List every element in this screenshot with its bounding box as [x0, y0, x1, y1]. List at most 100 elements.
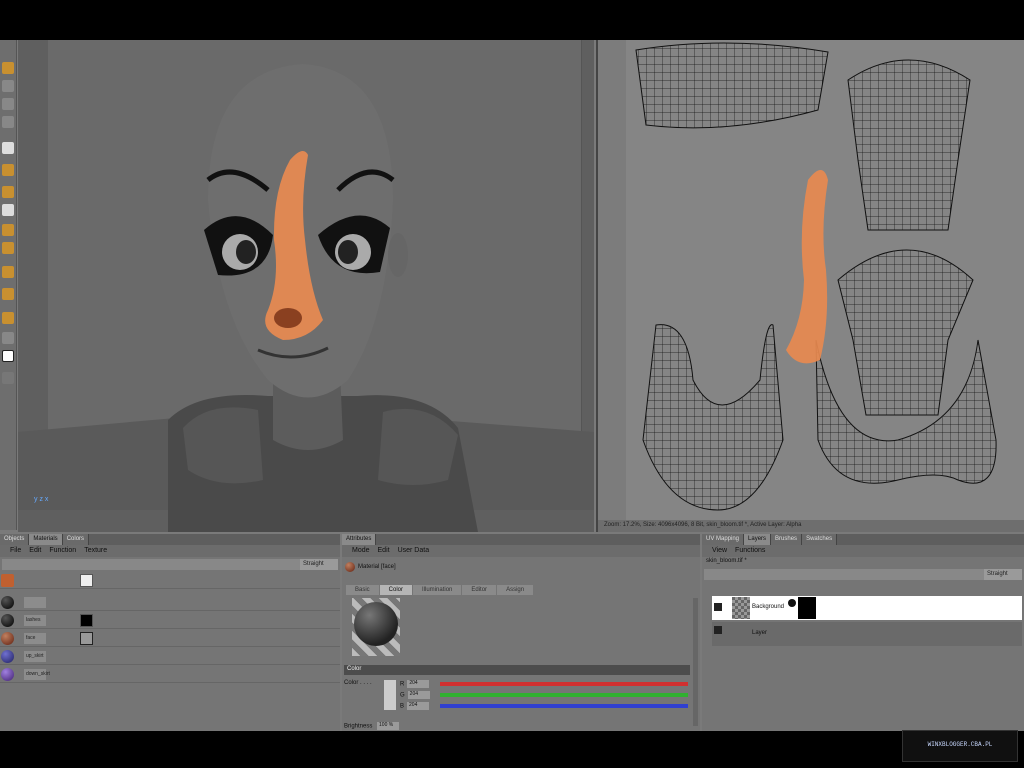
material-icon [1, 574, 14, 587]
material-sphere-icon [1, 650, 14, 663]
3d-viewport[interactable]: y z x [18, 40, 594, 532]
layers-tabs: UV Mapping Layers Brushes Swatches [702, 534, 1024, 545]
material-sphere-icon [1, 614, 14, 627]
color-section-header[interactable]: Color [344, 665, 690, 675]
character-render [18, 64, 594, 532]
axis-gizmo: y z x [34, 496, 49, 503]
material-name[interactable] [24, 597, 46, 608]
material-menubar: File Edit Function Texture [0, 545, 340, 557]
move-tool-icon[interactable] [2, 62, 14, 74]
channel-g-value[interactable]: 204 [407, 691, 430, 699]
menu-edit[interactable]: Edit [29, 547, 41, 555]
subtab-assign[interactable]: Assign [497, 585, 534, 595]
material-row[interactable]: down_skirt [0, 666, 340, 683]
channel-g-label: G [400, 692, 405, 699]
color-swap-icon[interactable] [2, 350, 14, 362]
menu-user-data[interactable]: User Data [398, 547, 430, 555]
material-name[interactable]: lashes [24, 615, 46, 626]
tab-layers[interactable]: Layers [744, 534, 772, 545]
channel-b-value[interactable]: 204 [407, 702, 430, 710]
scale-tool-icon[interactable] [2, 98, 14, 110]
brightness-value[interactable]: 100 % [377, 722, 400, 730]
menu-file[interactable]: File [10, 547, 21, 555]
material-name[interactable]: down_skirt [24, 669, 50, 680]
smudge-tool-icon[interactable] [2, 186, 14, 198]
magnify-icon[interactable] [2, 332, 14, 344]
letterbox-top [0, 0, 1024, 40]
material-name[interactable]: face [24, 633, 46, 644]
attribute-subtabs: Basic Color Illumination Editor Assign [346, 585, 534, 595]
uv-texture-view[interactable]: Zoom: 17.2%, Size: 4096x4096, 8 Bit, ski… [596, 40, 1024, 532]
channel-g-slider[interactable] [440, 693, 688, 697]
texture-file-name: skin_bloom.tif * [706, 558, 747, 564]
menu-functions[interactable]: Functions [735, 547, 765, 555]
menu-function[interactable]: Function [49, 547, 76, 555]
eraser-icon[interactable] [2, 164, 14, 176]
layer-row-background[interactable]: Background [712, 596, 1022, 620]
subtab-editor[interactable]: Editor [462, 585, 497, 595]
menu-texture[interactable]: Texture [84, 547, 107, 555]
material-row[interactable]: face [0, 630, 340, 647]
menu-mode[interactable]: Mode [352, 547, 370, 555]
layer-blend-dropdown[interactable]: Straight [984, 569, 1022, 580]
paint-brush-icon[interactable] [2, 142, 14, 154]
preview-sphere [354, 602, 398, 646]
tab-brushes[interactable]: Brushes [771, 534, 803, 545]
tab-swatches[interactable]: Swatches [802, 534, 838, 545]
settings-icon[interactable] [2, 372, 14, 384]
material-filter-bar[interactable]: Straight [2, 559, 338, 570]
brightness-row: Brightness 100 % [344, 722, 400, 730]
channel-r-slider[interactable] [440, 682, 688, 686]
tab-attributes[interactable]: Attributes [342, 534, 377, 545]
tab-uv-mapping[interactable]: UV Mapping [702, 534, 745, 545]
eyedropper-icon[interactable] [2, 312, 14, 324]
uv-status-bar: Zoom: 17.2%, Size: 4096x4096, 8 Bit, ski… [598, 520, 1024, 532]
attributes-tabs: Attributes [342, 534, 700, 545]
material-row-top[interactable] [0, 572, 340, 589]
menu-view[interactable]: View [712, 547, 727, 555]
material-row[interactable] [0, 594, 340, 611]
layer-thumbnail [732, 597, 750, 619]
channel-r-value[interactable]: 204 [407, 680, 430, 688]
brightness-label: Brightness [344, 723, 373, 730]
menu-edit[interactable]: Edit [378, 547, 390, 555]
material-name[interactable]: up_skirt [24, 651, 46, 662]
channel-b-label: B [400, 703, 405, 710]
tab-materials[interactable]: Materials [29, 534, 63, 545]
subtab-color[interactable]: Color [379, 585, 413, 595]
clone-tool-icon[interactable] [2, 242, 14, 254]
channel-g: G 204 [400, 691, 440, 699]
material-row[interactable]: lashes [0, 612, 340, 629]
rotate-tool-icon[interactable] [2, 116, 14, 128]
attributes-manager: Attributes Mode Edit User Data Material … [342, 534, 700, 731]
channel-r: R 204 [400, 680, 440, 688]
blend-mode-dropdown[interactable]: Straight [300, 559, 338, 570]
stamp-tool-icon[interactable] [2, 288, 14, 300]
visibility-icon[interactable] [714, 603, 722, 611]
tab-colors[interactable]: Colors [62, 534, 90, 545]
subtab-illumination[interactable]: Illumination [413, 585, 462, 595]
subtab-basic[interactable]: Basic [346, 585, 379, 595]
channel-b: B 204 [400, 702, 440, 710]
line-tool-icon[interactable] [2, 266, 14, 278]
channel-b-slider[interactable] [440, 704, 688, 708]
drop-tool-icon[interactable] [2, 224, 14, 236]
layer-name: Layer [752, 630, 768, 636]
layer-row-layer[interactable]: Layer [712, 622, 1022, 646]
layer-blend-bar[interactable]: Straight [704, 569, 1022, 580]
material-preview [352, 598, 400, 656]
tab-objects[interactable]: Objects [0, 534, 30, 545]
material-row[interactable]: up_skirt [0, 648, 340, 665]
letterbox-bottom [0, 731, 1024, 768]
select-tool-icon[interactable] [2, 80, 14, 92]
layers-menubar: View Functions [702, 545, 1024, 557]
layer-name: Background [752, 604, 785, 610]
visibility-icon[interactable] [714, 626, 722, 634]
layers-manager: UV Mapping Layers Brushes Swatches View … [702, 534, 1024, 731]
color-swatch[interactable] [384, 680, 396, 710]
layer-lock-icon[interactable] [788, 599, 796, 607]
layer-mask-thumbnail [798, 597, 816, 619]
material-sphere-icon [1, 668, 14, 681]
attributes-scrollbar[interactable] [693, 598, 698, 726]
fill-tool-icon[interactable] [2, 204, 14, 216]
